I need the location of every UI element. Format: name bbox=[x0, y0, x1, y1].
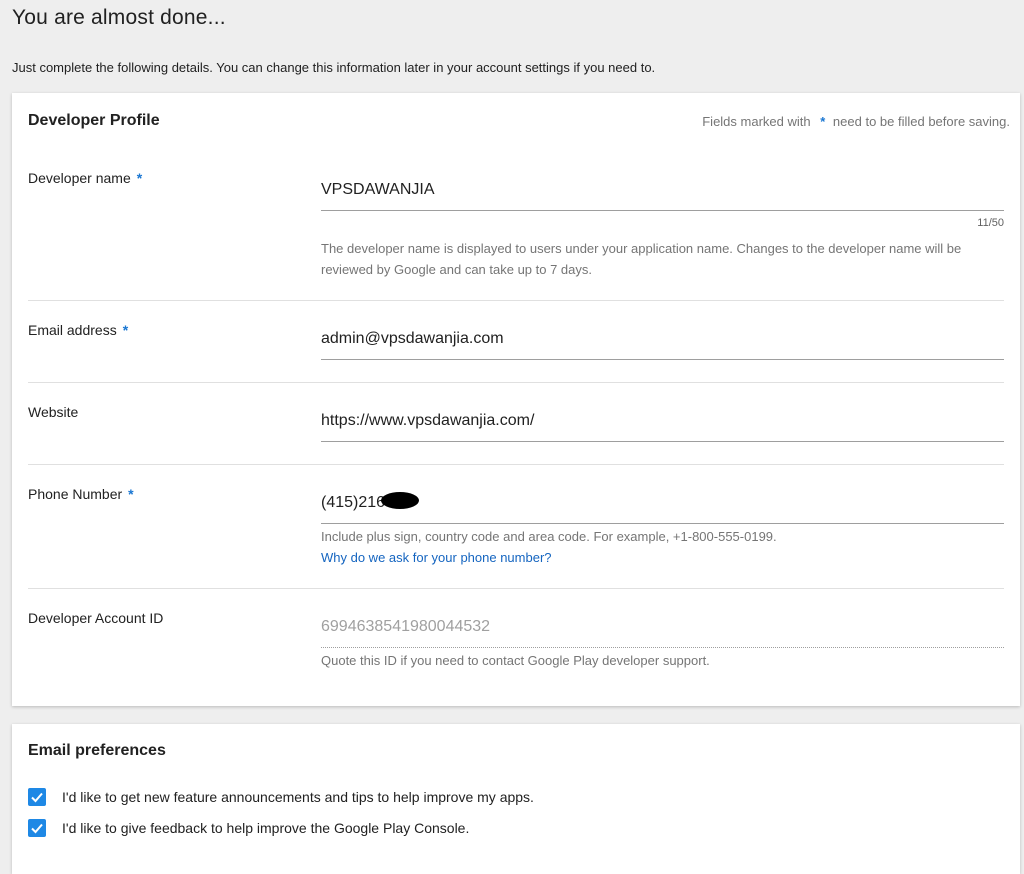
developer-name-row: Developer name * VPSDAWANJIA 11/50 The de… bbox=[28, 153, 1004, 301]
page-subtitle: Just complete the following details. You… bbox=[12, 60, 656, 75]
phone-label-text: Phone Number bbox=[28, 486, 123, 502]
phone-why-link[interactable]: Why do we ask for your phone number? bbox=[321, 550, 552, 565]
phone-input[interactable]: (415)216 bbox=[321, 492, 1004, 524]
required-note-suffix: need to be filled before saving. bbox=[832, 114, 1010, 129]
phone-label: Phone Number * bbox=[28, 486, 138, 502]
phone-helper: Include plus sign, country code and area… bbox=[321, 529, 777, 544]
email-label: Email address * bbox=[28, 322, 132, 338]
account-id-label: Developer Account ID bbox=[28, 610, 164, 626]
email-row: Email address * admin@vpsdawanjia.com bbox=[28, 300, 1004, 383]
required-fields-note: Fields marked with * need to be filled b… bbox=[702, 114, 1010, 129]
required-star: * bbox=[820, 114, 826, 129]
phone-row: Phone Number * (415)216 Include plus sign… bbox=[28, 464, 1004, 589]
phone-value: (415)216 bbox=[321, 494, 386, 511]
account-id-row: Developer Account ID 6994638541980044532… bbox=[28, 588, 1004, 706]
developer-name-counter: 11/50 bbox=[977, 217, 1004, 229]
pref-option-feedback[interactable]: I'd like to give feedback to help improv… bbox=[28, 819, 469, 837]
required-note-prefix: Fields marked with bbox=[702, 114, 811, 129]
developer-name-helper: The developer name is displayed to users… bbox=[321, 241, 962, 277]
pref-option-label: I'd like to give feedback to help improv… bbox=[62, 820, 470, 836]
page-title: You are almost done... bbox=[12, 6, 226, 29]
email-label-text: Email address bbox=[28, 322, 117, 338]
pref-option-label: I'd like to get new feature announcement… bbox=[62, 789, 534, 805]
website-row: Website https://www.vpsdawanjia.com/ bbox=[28, 382, 1004, 465]
developer-name-label-text: Developer name bbox=[28, 170, 131, 186]
email-input[interactable]: admin@vpsdawanjia.com bbox=[321, 330, 1004, 360]
developer-name-label: Developer name * bbox=[28, 170, 146, 186]
required-star: * bbox=[128, 486, 134, 502]
redaction-mark bbox=[381, 492, 420, 510]
website-input[interactable]: https://www.vpsdawanjia.com/ bbox=[321, 412, 1004, 442]
developer-profile-title: Developer Profile bbox=[28, 112, 160, 129]
email-preferences-card: Email preferences I'd like to get new fe… bbox=[12, 724, 1020, 874]
required-star: * bbox=[122, 322, 129, 338]
email-preferences-title: Email preferences bbox=[28, 742, 166, 759]
developer-profile-card: Developer Profile Fields marked with * n… bbox=[12, 93, 1020, 706]
pref-option-announcements[interactable]: I'd like to get new feature announcement… bbox=[28, 788, 534, 806]
checkbox-checked-icon[interactable] bbox=[28, 788, 46, 806]
account-id-helper: Quote this ID if you need to contact Goo… bbox=[321, 653, 710, 668]
required-star: * bbox=[136, 170, 143, 186]
account-id-field: 6994638541980044532 bbox=[321, 618, 1004, 648]
checkbox-checked-icon[interactable] bbox=[28, 819, 46, 837]
website-label: Website bbox=[28, 404, 79, 420]
developer-name-input[interactable]: VPSDAWANJIA bbox=[321, 181, 1004, 211]
